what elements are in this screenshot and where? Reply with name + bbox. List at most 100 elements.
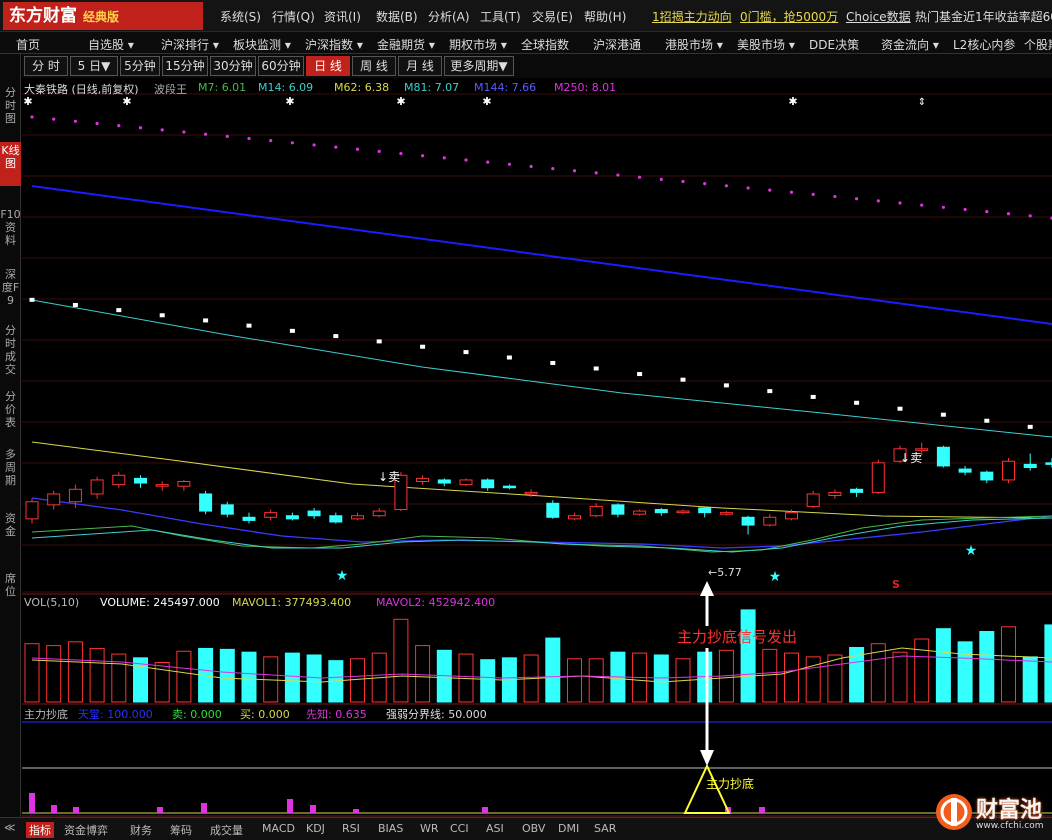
- bottom-tab-finance[interactable]: 财务: [130, 822, 152, 838]
- nav-hk[interactable]: 港股市场 ▾: [665, 36, 723, 53]
- ma250-dot-4: [117, 124, 121, 128]
- candle-body-18: [416, 477, 430, 483]
- side-tab-timeshare[interactable]: 分时图: [0, 84, 21, 134]
- promo-link-zero-threshold[interactable]: 0门槛，抢5000万: [740, 8, 838, 25]
- ma81-value: M81: 7.07: [404, 81, 460, 94]
- period-5day[interactable]: 5 日▼: [70, 56, 118, 76]
- nav-dde[interactable]: DDE决策: [809, 36, 859, 53]
- menu-help[interactable]: 帮助(H): [584, 8, 626, 25]
- nav-sector[interactable]: 板块监测 ▾: [233, 36, 291, 53]
- period-5min[interactable]: 5分钟: [120, 56, 160, 76]
- nav-index[interactable]: 沪深指数 ▾: [305, 36, 363, 53]
- nav-connect[interactable]: 沪深港通: [593, 36, 641, 53]
- bottom-tab-bias[interactable]: BIAS: [378, 822, 403, 835]
- indicator-pane: [22, 721, 1052, 814]
- promo-link-fund[interactable]: 热门基金近1年收益率超60%: [915, 8, 1052, 25]
- candle-body-34: [763, 516, 777, 526]
- nav-fund-flow[interactable]: 资金流向 ▾: [881, 36, 939, 53]
- nav-watchlist[interactable]: 自选股 ▾: [88, 36, 134, 53]
- side-tab-f10[interactable]: F10资料: [0, 206, 21, 256]
- volume-bar-2: [67, 641, 83, 703]
- period-60min[interactable]: 60分钟: [258, 56, 304, 76]
- scroll-left-icon[interactable]: ≪: [4, 821, 16, 834]
- bottom-tab-cci[interactable]: CCI: [450, 822, 469, 835]
- ma250-dot-40: [898, 201, 902, 205]
- signal-annotation: 主力抄底信号发出: [677, 628, 798, 646]
- vol-title: VOL(5,10): [24, 596, 80, 609]
- bottom-tab-volume[interactable]: 成交量: [210, 822, 243, 838]
- candle-body-6: [155, 484, 169, 487]
- ma250-dot-28: [638, 175, 642, 179]
- bottom-tab-rsi[interactable]: RSI: [342, 822, 360, 835]
- watermark: 财富池 www.cfchi.com: [932, 790, 1050, 836]
- ma81-marker-14: [637, 372, 643, 377]
- ma250-dot-19: [442, 156, 446, 160]
- ma250-value: M250: 8.01: [554, 81, 617, 94]
- period-more[interactable]: 更多周期▼: [444, 56, 514, 76]
- menu-quotes[interactable]: 行情(Q): [272, 8, 315, 25]
- stock-title: 大秦铁路 (日线,前复权): [24, 83, 139, 96]
- ma250-dot-18: [421, 154, 425, 158]
- s-mark: S: [892, 578, 900, 591]
- ma250-dot-39: [876, 199, 880, 203]
- bottom-tab-chips[interactable]: 筹码: [170, 822, 192, 838]
- menu-news[interactable]: 资讯(I): [324, 8, 361, 25]
- watermark-brand: 财富池: [976, 798, 1043, 823]
- candle-body-7: [177, 481, 191, 487]
- period-weekly[interactable]: 周 线: [352, 56, 396, 76]
- ind-line: 强弱分界线: 50.000: [386, 708, 487, 721]
- promo-link-choice[interactable]: Choice数据: [846, 8, 911, 25]
- menu-system[interactable]: 系统(S): [220, 8, 261, 25]
- bottom-tab-wr[interactable]: WR: [420, 822, 439, 835]
- period-timeshare[interactable]: 分 时: [24, 56, 68, 76]
- nav-global[interactable]: 全球指数: [521, 36, 569, 53]
- period-daily[interactable]: 日 线: [306, 56, 350, 76]
- side-tab-trades[interactable]: 分时成交: [0, 322, 21, 378]
- side-tab-price-table[interactable]: 分价表: [0, 388, 21, 432]
- bottom-tab-obv[interactable]: OBV: [522, 822, 545, 835]
- period-15min[interactable]: 15分钟: [162, 56, 208, 76]
- nav-us[interactable]: 美股市场 ▾: [737, 36, 795, 53]
- menu-analysis[interactable]: 分析(A): [428, 8, 470, 25]
- ind-xianzhi: 先知: 0.635: [306, 708, 367, 721]
- volume-bar-46: [1022, 656, 1038, 703]
- bottom-tab-asi[interactable]: ASI: [486, 822, 504, 835]
- bottom-tab-dmi[interactable]: DMI: [558, 822, 579, 835]
- side-tab-funds[interactable]: 资金: [0, 510, 21, 542]
- nav-options[interactable]: 期权市场 ▾: [449, 36, 507, 53]
- ma81-marker-20: [897, 406, 903, 411]
- nav-futures[interactable]: 金融期货 ▾: [377, 36, 435, 53]
- ma62-value: M62: 6.38: [334, 81, 390, 94]
- nav-home[interactable]: 首页: [16, 36, 40, 53]
- candle-body-21: [481, 479, 495, 489]
- menu-trade[interactable]: 交易(E): [532, 8, 573, 25]
- side-tab-multi-period[interactable]: 多周期: [0, 446, 21, 490]
- buy-signal-label: 主力抄底: [706, 777, 755, 791]
- promo-link-main-force[interactable]: 1招揭主力动向: [652, 8, 732, 25]
- period-monthly[interactable]: 月 线: [398, 56, 442, 76]
- bottom-tab-funds[interactable]: 资金博弈: [64, 822, 108, 838]
- menu-data[interactable]: 数据(B): [376, 8, 418, 25]
- side-tab-f9[interactable]: 深度F9: [0, 266, 21, 316]
- ma81-marker-11: [506, 355, 512, 360]
- period-30min[interactable]: 30分钟: [210, 56, 256, 76]
- volume-bar-12: [284, 652, 300, 703]
- volume-bar-26: [588, 658, 604, 703]
- candle-body-39: [871, 462, 885, 493]
- volume-bar-29: [653, 654, 669, 703]
- bottom-tab-sar[interactable]: SAR: [594, 822, 616, 835]
- low-price-value: 5.77: [717, 566, 742, 579]
- bottom-tab-macd[interactable]: MACD: [262, 822, 295, 835]
- ma250-dot-38: [855, 197, 859, 201]
- nav-ranking[interactable]: 沪深排行 ▾: [161, 36, 219, 53]
- ma81-marker-6: [289, 328, 295, 333]
- nav-l2[interactable]: L2核心内参: [953, 36, 1015, 53]
- menu-tools[interactable]: 工具(T): [480, 8, 521, 25]
- ma144-line: [31, 185, 1052, 325]
- side-tab-kline[interactable]: K线图: [0, 142, 21, 186]
- bottom-tab-kdj[interactable]: KDJ: [306, 822, 325, 835]
- side-tab-seats[interactable]: 席位: [0, 570, 21, 602]
- nav-stock-futures[interactable]: 个股期: [1024, 36, 1052, 53]
- low-price-label: ←5.77: [708, 566, 742, 579]
- bottom-tab-indicator[interactable]: 指标: [26, 822, 54, 838]
